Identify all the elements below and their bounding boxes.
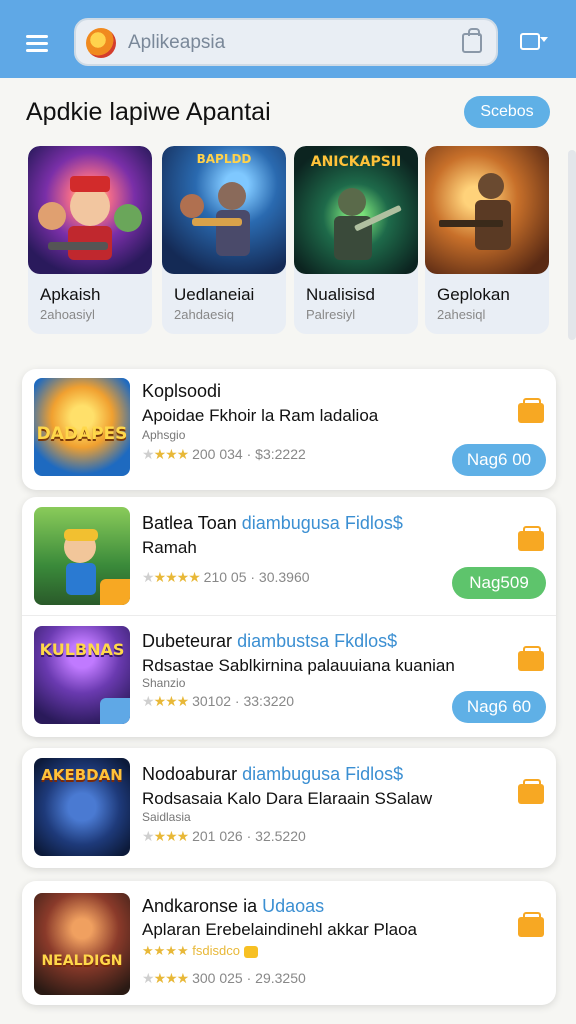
cast-icon[interactable] (520, 33, 548, 50)
app-tag: Aphsgio (142, 428, 186, 442)
featured-app-card[interactable]: BAPLDD Uedlaneiai 2ahdaesiq (162, 146, 286, 334)
rating-stars-icon: ★★★★★ (142, 569, 201, 585)
featured-app-subtitle: Palresiyl (306, 307, 356, 322)
featured-app-artwork (28, 146, 152, 274)
section-title: Apdkie lapiwe Apantai (26, 98, 271, 126)
app-description: Rodsasaia Kalo Dara Elaraain SSalaw (142, 789, 433, 808)
app-description: Aplaran Erebelaindinehl akkar Plaoa (142, 920, 418, 939)
wishlist-bag-icon[interactable] (518, 526, 544, 551)
app-list-item[interactable]: DADAPES Koplsoodi Apoidae Fkhoir la Ram … (22, 369, 556, 490)
app-list-card: AKEBDAN Nodoaburar diambugusa Fidlos$ Ro… (22, 748, 556, 868)
featured-app-name: Nualisisd (306, 285, 375, 304)
app-tag: Saidlasia (142, 810, 191, 824)
app-badge-icon (100, 579, 130, 605)
search-input[interactable]: Aplikeapsia (128, 32, 225, 54)
featured-app-card[interactable]: Geplokan 2ahesiql (425, 146, 549, 334)
app-list-card: Batlea Toan diambugusa Fidlos$ Ramah ★★★… (22, 497, 556, 737)
featured-app-card[interactable]: Apkaish 2ahoasiyl (28, 146, 152, 334)
rating-stars-icon: ★★★★ (142, 446, 189, 462)
shopping-bag-icon[interactable] (462, 28, 482, 53)
wishlist-bag-icon[interactable] (518, 912, 544, 937)
app-icon: NEALDIGN (34, 893, 130, 995)
rating-stars-icon: ★★★★ (142, 693, 189, 709)
app-title: Batlea Toan diambugusa Fidlos$ (142, 513, 403, 533)
app-rating-meta: ★★★★ 30102 · 33:3220 (142, 693, 295, 709)
app-logo-icon (86, 28, 116, 58)
featured-app-subtitle: 2ahoasiyl (40, 307, 95, 322)
app-title: Koplsoodi (142, 381, 222, 401)
install-button[interactable]: Nag509 (452, 567, 546, 599)
featured-app-artwork (425, 146, 549, 274)
app-icon-title: DADAPES (36, 424, 128, 444)
featured-app-name: Uedlaneiai (174, 285, 255, 304)
section-see-all-button[interactable]: Scebos (464, 96, 550, 128)
app-description: Apoidae Fkhoir la Ram ladalioa (142, 406, 379, 425)
app-icon-title: AKEBDAN (41, 766, 123, 784)
wishlist-bag-icon[interactable] (518, 779, 544, 804)
app-list-item[interactable]: Batlea Toan diambugusa Fidlos$ Ramah ★★★… (22, 497, 556, 615)
app-list-item[interactable]: KULBNAS Dubeteurar diambustsa Fkdlos$ Rd… (22, 616, 556, 737)
featured-app-subtitle: 2ahesiql (437, 307, 486, 322)
app-rating-meta: ★★★★★ 210 05 · 30.3960 (142, 569, 310, 585)
app-list-card: NEALDIGN Andkaronse ia Udaoas Aplaran Er… (22, 881, 556, 1005)
top-app-bar: Aplikeapsia (0, 0, 576, 78)
install-button[interactable]: Nag6 00 (452, 444, 546, 476)
app-icon: KULBNAS (34, 626, 130, 724)
app-title: Andkaronse ia Udaoas (142, 896, 325, 916)
search-bar[interactable]: Aplikeapsia (74, 18, 498, 66)
app-icon: AKEBDAN (34, 758, 130, 856)
app-rating-meta: ★★★★ 300 025 · 29.3250 (142, 970, 306, 986)
wishlist-bag-icon[interactable] (518, 398, 544, 423)
featured-app-artwork: ANICKAPSII (294, 146, 418, 274)
featured-app-name: Geplokan (437, 285, 510, 304)
app-tag: Shanzio (142, 676, 186, 690)
app-rating-meta: ★★★★ 200 034 · $3:2222 (142, 446, 306, 462)
rating-stars-icon: ★★★★ (142, 828, 189, 844)
app-title: Nodoaburar diambugusa Fidlos$ (142, 764, 404, 784)
install-button[interactable]: Nag6 60 (452, 691, 546, 723)
hamburger-menu-icon[interactable] (26, 35, 48, 53)
app-description: Rdsastae Sablkirnina palauuiana kuanian (142, 656, 455, 675)
app-badge-icon (100, 698, 130, 724)
app-rating-meta: ★★★★ 201 026 · 32.5220 (142, 828, 306, 844)
featured-app-subtitle: 2ahdaesiq (174, 307, 234, 322)
featured-app-name: Apkaish (40, 285, 101, 304)
carousel-scrollbar[interactable] (568, 150, 576, 340)
app-icon-title: KULBNAS (39, 640, 125, 659)
app-icon (34, 507, 130, 605)
app-icon-title: NEALDIGN (41, 953, 123, 969)
app-list-item[interactable]: AKEBDAN Nodoaburar diambugusa Fidlos$ Ro… (22, 748, 556, 868)
app-title: Dubeteurar diambustsa Fkdlos$ (142, 631, 398, 651)
app-list-item[interactable]: NEALDIGN Andkaronse ia Udaoas Aplaran Er… (22, 881, 556, 1005)
app-list-card: DADAPES Koplsoodi Apoidae Fkhoir la Ram … (22, 369, 556, 490)
featured-app-card[interactable]: ANICKAPSII Nualisisd Palresiyl (294, 146, 418, 334)
app-description: Ramah (142, 538, 197, 557)
coin-icon (243, 945, 258, 958)
app-icon: DADAPES (34, 378, 130, 476)
rating-stars-icon: ★★★★ (142, 970, 189, 986)
featured-app-artwork: BAPLDD (162, 146, 286, 274)
app-tag: ★★★★ fsdisdco (142, 943, 258, 959)
wishlist-bag-icon[interactable] (518, 646, 544, 671)
